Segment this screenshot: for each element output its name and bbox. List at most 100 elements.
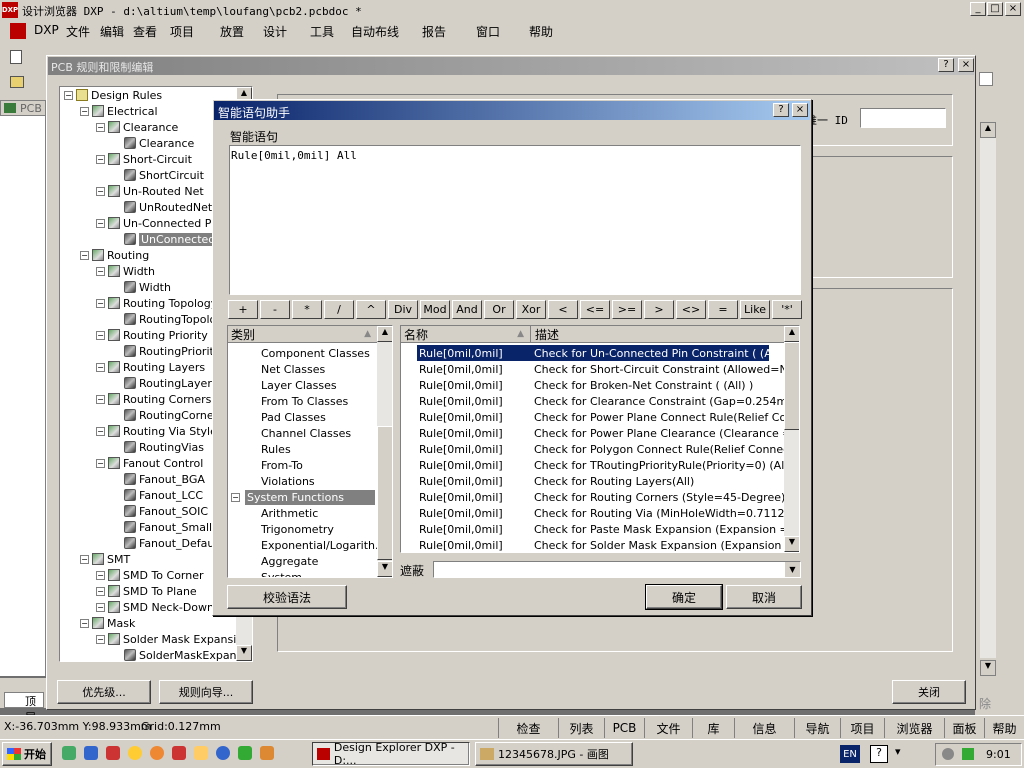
volume-icon[interactable] bbox=[942, 748, 954, 760]
rule-wizard-button[interactable]: 规则向导... bbox=[159, 680, 253, 704]
operator-button[interactable]: Like bbox=[740, 300, 770, 319]
task-paint[interactable]: 12345678.JPG - 画图 bbox=[475, 742, 633, 766]
tray-arrow-icon[interactable]: ▾ bbox=[895, 745, 901, 758]
tree-node[interactable]: RoutingCorners bbox=[112, 407, 224, 423]
collapse-icon[interactable]: − bbox=[64, 90, 73, 100]
tree-node[interactable]: − Routing Via Style bbox=[96, 423, 217, 439]
new-file-icon[interactable] bbox=[10, 50, 22, 64]
category-item[interactable]: Trigonometry bbox=[261, 521, 334, 537]
status-panel-button[interactable]: 项目 bbox=[840, 718, 884, 738]
cancel-button[interactable]: 取消 bbox=[726, 585, 802, 609]
operator-button[interactable]: <> bbox=[676, 300, 706, 319]
function-scrollbar[interactable]: ▲ ▼ bbox=[784, 326, 799, 552]
operator-button[interactable]: Xor bbox=[516, 300, 546, 319]
function-name-cell[interactable]: Rule[0mil,0mil] bbox=[419, 345, 531, 361]
dxp-app-icon[interactable]: DXP bbox=[2, 2, 18, 18]
ok-button[interactable]: 确定 bbox=[645, 584, 723, 610]
function-name-cell[interactable]: Rule[0mil,0mil] bbox=[419, 489, 531, 505]
category-item[interactable]: From-To bbox=[261, 457, 303, 473]
category-item[interactable]: − System Functions bbox=[231, 489, 375, 505]
menu-2[interactable]: 编辑 bbox=[94, 23, 130, 40]
function-name-cell[interactable]: Rule[0mil,0mil] bbox=[419, 361, 531, 377]
assistant-help-icon[interactable]: ? bbox=[773, 103, 789, 117]
shield-icon[interactable] bbox=[260, 746, 274, 760]
query-editor[interactable]: Rule[0mil,0mil] All bbox=[229, 145, 801, 295]
tree-node[interactable]: Fanout_LCC bbox=[112, 487, 203, 503]
operator-button[interactable]: And bbox=[452, 300, 482, 319]
tree-node[interactable]: Clearance bbox=[112, 135, 194, 151]
function-name-cell[interactable]: Rule[0mil,0mil] bbox=[419, 537, 531, 552]
app-icon-red[interactable] bbox=[106, 746, 120, 760]
operator-button[interactable]: >= bbox=[612, 300, 642, 319]
menu-6[interactable]: 设计 bbox=[257, 23, 293, 40]
function-name-cell[interactable]: Rule[0mil,0mil] bbox=[419, 441, 531, 457]
function-name-cell[interactable]: Rule[0mil,0mil] bbox=[419, 457, 531, 473]
close-icon[interactable]: × bbox=[1005, 2, 1021, 16]
function-desc-cell[interactable]: Check for Clearance Constraint (Gap=0.25… bbox=[534, 393, 784, 409]
task-dxp[interactable]: Design Explorer DXP - D:... bbox=[312, 741, 470, 767]
tree-node[interactable]: − Solder Mask Expansion bbox=[96, 631, 250, 647]
rules-help-icon[interactable]: ? bbox=[938, 58, 954, 72]
function-desc-cell[interactable]: Check for Routing Layers(All) bbox=[534, 473, 784, 489]
mask-combobox[interactable]: ▼ bbox=[433, 561, 801, 578]
collapse-icon[interactable]: − bbox=[231, 492, 240, 502]
operator-button[interactable]: > bbox=[644, 300, 674, 319]
menu-1[interactable]: 文件 bbox=[60, 23, 96, 40]
function-name-cell[interactable]: Rule[0mil,0mil] bbox=[419, 393, 531, 409]
tree-node[interactable]: − Mask bbox=[80, 615, 135, 631]
function-desc-cell[interactable]: Check for Broken-Net Constraint ( (All) … bbox=[534, 377, 784, 393]
tree-node[interactable]: − Un-Connected Pin bbox=[96, 215, 221, 231]
function-name-cell[interactable]: Rule[0mil,0mil] bbox=[419, 505, 531, 521]
tree-node[interactable]: Width bbox=[112, 279, 171, 295]
status-panel-button[interactable]: 浏览器 bbox=[884, 718, 944, 738]
category-item[interactable]: System bbox=[261, 569, 302, 578]
player-icon[interactable] bbox=[150, 746, 164, 760]
tree-node[interactable]: − SMD To Corner bbox=[96, 567, 204, 583]
explorer-icon[interactable] bbox=[84, 746, 98, 760]
collapse-icon[interactable]: − bbox=[96, 634, 105, 644]
tree-node[interactable]: − Fanout Control bbox=[96, 455, 203, 471]
app-icon-yellow[interactable] bbox=[194, 746, 208, 760]
collapse-icon[interactable]: − bbox=[96, 122, 105, 132]
tree-node[interactable]: − SMT bbox=[80, 551, 130, 567]
tree-node[interactable]: − Width bbox=[96, 263, 155, 279]
status-panel-button[interactable]: 库 bbox=[692, 718, 734, 738]
operator-button[interactable]: '*' bbox=[772, 300, 802, 319]
menu-5[interactable]: 放置 bbox=[214, 23, 250, 40]
category-item[interactable]: From To Classes bbox=[261, 393, 348, 409]
function-desc-cell[interactable]: Check for Routing Via (MinHoleWidth=0.71… bbox=[534, 505, 784, 521]
menu-10[interactable]: 窗口 bbox=[470, 23, 506, 40]
language-indicator[interactable]: EN bbox=[840, 745, 860, 763]
collapse-icon[interactable]: − bbox=[96, 426, 105, 436]
function-name-cell[interactable]: Rule[0mil,0mil] bbox=[419, 425, 531, 441]
menu-8[interactable]: 自动布线 bbox=[345, 23, 405, 40]
function-scroll-down-icon[interactable]: ▼ bbox=[784, 536, 799, 552]
category-item[interactable]: Net Classes bbox=[261, 361, 325, 377]
category-scroll-thumb[interactable] bbox=[377, 426, 392, 560]
function-name-cell[interactable]: Rule[0mil,0mil] bbox=[419, 521, 531, 537]
tree-node[interactable]: RoutingLayers bbox=[112, 375, 218, 391]
category-item[interactable]: Rules bbox=[261, 441, 291, 457]
category-scrollbar[interactable]: ▲ ▼ bbox=[377, 326, 392, 577]
status-panel-button[interactable]: 面板 bbox=[944, 718, 984, 738]
category-item[interactable]: Component Classes bbox=[261, 345, 370, 361]
tree-node[interactable]: − Routing Priority bbox=[96, 327, 208, 343]
tree-node[interactable]: Fanout_Small bbox=[112, 519, 212, 535]
collapse-icon[interactable]: − bbox=[96, 586, 105, 596]
operator-button[interactable]: <= bbox=[580, 300, 610, 319]
status-panel-button[interactable]: 信息 bbox=[734, 718, 794, 738]
collapse-icon[interactable]: − bbox=[80, 618, 89, 628]
tree-node[interactable]: − Routing Topology bbox=[96, 295, 217, 311]
desktop-icon[interactable] bbox=[62, 746, 76, 760]
operator-button[interactable]: / bbox=[324, 300, 354, 319]
category-list[interactable]: 类别 ▲ Component Classes Net Classes Layer C… bbox=[227, 325, 393, 578]
collapse-icon[interactable]: − bbox=[96, 570, 105, 580]
status-panel-button[interactable]: 帮助 bbox=[984, 718, 1024, 738]
category-item[interactable]: Exponential/Logarith... bbox=[261, 537, 386, 553]
collapse-icon[interactable]: − bbox=[80, 554, 89, 564]
tree-app-icon[interactable] bbox=[238, 746, 252, 760]
function-desc-cell[interactable]: Check for Routing Corners (Style=45-Degr… bbox=[534, 489, 784, 505]
operator-button[interactable]: - bbox=[260, 300, 290, 319]
operator-button[interactable]: * bbox=[292, 300, 322, 319]
category-item[interactable]: Channel Classes bbox=[261, 425, 351, 441]
